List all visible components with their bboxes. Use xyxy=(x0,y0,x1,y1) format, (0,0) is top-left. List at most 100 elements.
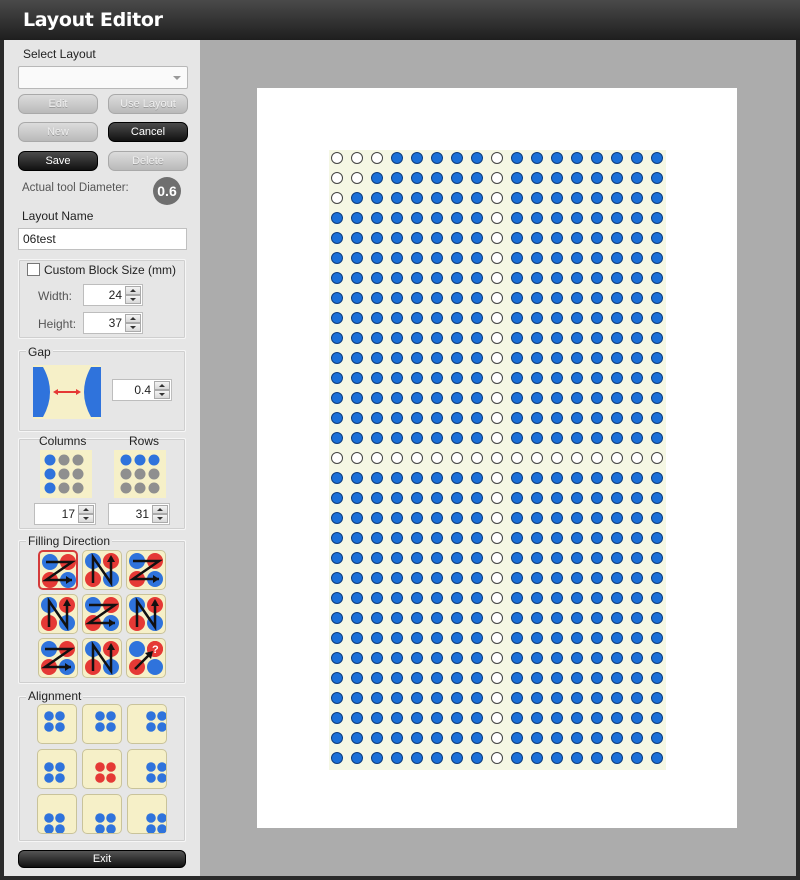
filled-position[interactable] xyxy=(651,572,663,584)
filled-position[interactable] xyxy=(371,712,383,724)
filled-position[interactable] xyxy=(631,372,643,384)
fill-snake-columns-icon[interactable] xyxy=(126,594,166,634)
filled-position[interactable] xyxy=(371,252,383,264)
filled-position[interactable] xyxy=(611,572,623,584)
filled-position[interactable] xyxy=(591,652,603,664)
rows-down-arrow-icon[interactable] xyxy=(152,514,168,523)
filled-position[interactable] xyxy=(411,632,423,644)
filled-position[interactable] xyxy=(631,292,643,304)
filled-position[interactable] xyxy=(651,212,663,224)
filled-position[interactable] xyxy=(591,372,603,384)
empty-position[interactable] xyxy=(491,272,503,284)
filled-position[interactable] xyxy=(591,192,603,204)
filled-position[interactable] xyxy=(631,712,643,724)
filled-position[interactable] xyxy=(371,532,383,544)
filled-position[interactable] xyxy=(591,512,603,524)
filled-position[interactable] xyxy=(451,692,463,704)
filled-position[interactable] xyxy=(331,652,343,664)
filled-position[interactable] xyxy=(571,692,583,704)
delete-button[interactable]: Delete xyxy=(108,151,188,171)
align-middle-right-icon[interactable] xyxy=(127,749,167,789)
filled-position[interactable] xyxy=(411,252,423,264)
filled-position[interactable] xyxy=(591,472,603,484)
filled-position[interactable] xyxy=(331,372,343,384)
filled-position[interactable] xyxy=(611,652,623,664)
filled-position[interactable] xyxy=(351,572,363,584)
filled-position[interactable] xyxy=(351,752,363,764)
filled-position[interactable] xyxy=(591,612,603,624)
filled-position[interactable] xyxy=(651,352,663,364)
filled-position[interactable] xyxy=(351,632,363,644)
filled-position[interactable] xyxy=(511,412,523,424)
filled-position[interactable] xyxy=(651,632,663,644)
filled-position[interactable] xyxy=(371,752,383,764)
filled-position[interactable] xyxy=(451,632,463,644)
filled-position[interactable] xyxy=(511,712,523,724)
filled-position[interactable] xyxy=(651,732,663,744)
filled-position[interactable] xyxy=(591,312,603,324)
filled-position[interactable] xyxy=(631,432,643,444)
filled-position[interactable] xyxy=(571,272,583,284)
filled-position[interactable] xyxy=(451,472,463,484)
filled-position[interactable] xyxy=(331,392,343,404)
empty-position[interactable] xyxy=(491,172,503,184)
filled-position[interactable] xyxy=(571,732,583,744)
filled-position[interactable] xyxy=(511,512,523,524)
filled-position[interactable] xyxy=(411,692,423,704)
filled-position[interactable] xyxy=(631,512,643,524)
empty-position[interactable] xyxy=(351,172,363,184)
filled-position[interactable] xyxy=(511,492,523,504)
filled-position[interactable] xyxy=(431,352,443,364)
empty-position[interactable] xyxy=(491,692,503,704)
filled-position[interactable] xyxy=(551,632,563,644)
filled-position[interactable] xyxy=(451,272,463,284)
filled-position[interactable] xyxy=(571,512,583,524)
filled-position[interactable] xyxy=(651,512,663,524)
filled-position[interactable] xyxy=(651,152,663,164)
filled-position[interactable] xyxy=(651,492,663,504)
filled-position[interactable] xyxy=(431,292,443,304)
filled-position[interactable] xyxy=(611,512,623,524)
fill-custom-icon[interactable]: ? xyxy=(126,638,166,678)
filled-position[interactable] xyxy=(651,652,663,664)
filled-position[interactable] xyxy=(591,352,603,364)
filled-position[interactable] xyxy=(571,292,583,304)
filled-position[interactable] xyxy=(531,272,543,284)
filled-position[interactable] xyxy=(651,592,663,604)
filled-position[interactable] xyxy=(411,272,423,284)
filled-position[interactable] xyxy=(351,292,363,304)
filled-position[interactable] xyxy=(411,352,423,364)
filled-position[interactable] xyxy=(471,152,483,164)
filled-position[interactable] xyxy=(591,212,603,224)
filled-position[interactable] xyxy=(471,312,483,324)
filled-position[interactable] xyxy=(391,272,403,284)
filled-position[interactable] xyxy=(351,512,363,524)
filled-position[interactable] xyxy=(591,272,603,284)
filled-position[interactable] xyxy=(611,352,623,364)
filled-position[interactable] xyxy=(651,292,663,304)
align-bottom-center-icon[interactable] xyxy=(82,794,122,834)
filled-position[interactable] xyxy=(651,712,663,724)
filled-position[interactable] xyxy=(431,552,443,564)
filled-position[interactable] xyxy=(431,572,443,584)
filled-position[interactable] xyxy=(391,672,403,684)
filled-position[interactable] xyxy=(631,332,643,344)
filled-position[interactable] xyxy=(551,252,563,264)
filled-position[interactable] xyxy=(471,532,483,544)
filled-position[interactable] xyxy=(631,412,643,424)
filled-position[interactable] xyxy=(411,572,423,584)
filled-position[interactable] xyxy=(611,632,623,644)
filled-position[interactable] xyxy=(451,192,463,204)
filled-position[interactable] xyxy=(651,432,663,444)
filled-position[interactable] xyxy=(571,372,583,384)
empty-position[interactable] xyxy=(491,412,503,424)
filled-position[interactable] xyxy=(591,152,603,164)
filled-position[interactable] xyxy=(351,612,363,624)
filled-position[interactable] xyxy=(551,692,563,704)
filled-position[interactable] xyxy=(611,732,623,744)
filled-position[interactable] xyxy=(351,232,363,244)
filled-position[interactable] xyxy=(531,572,543,584)
filled-position[interactable] xyxy=(471,732,483,744)
filled-position[interactable] xyxy=(591,232,603,244)
filled-position[interactable] xyxy=(411,152,423,164)
